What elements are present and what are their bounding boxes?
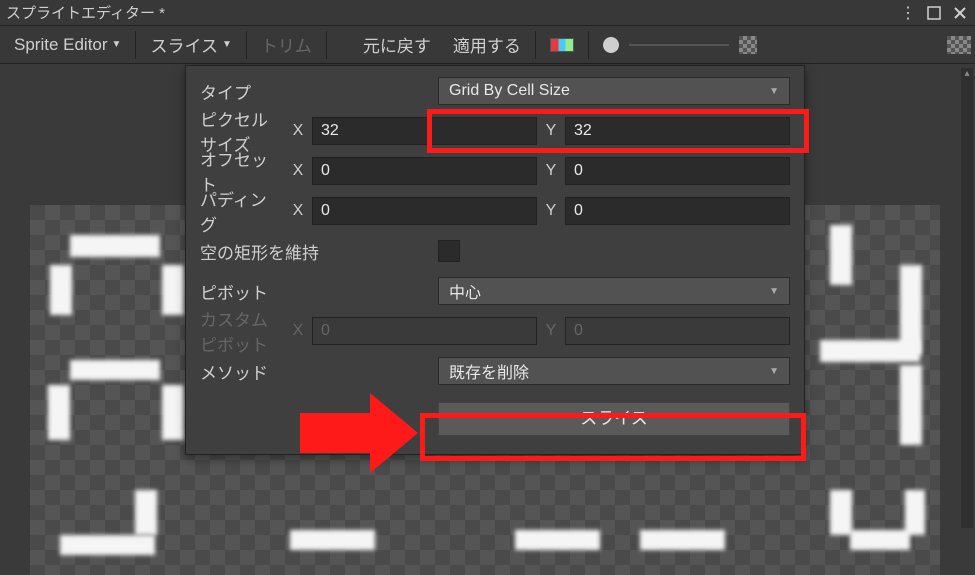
separator xyxy=(246,31,247,59)
slider-track[interactable] xyxy=(629,44,729,46)
padding-x-input[interactable] xyxy=(312,197,537,225)
padding-y-input[interactable] xyxy=(565,197,790,225)
chevron-down-icon: ▼ xyxy=(769,286,779,297)
y-label: Y xyxy=(543,122,559,140)
sprite-segment xyxy=(70,360,160,380)
slice-button-row: スライス xyxy=(200,400,790,438)
sprite-segment xyxy=(640,530,725,550)
revert-button[interactable]: 元に戻す xyxy=(353,28,441,61)
y-label: Y xyxy=(543,162,559,180)
color-button[interactable] xyxy=(540,34,584,56)
pixel-size-row: ピクセルサイズ X Y xyxy=(200,116,790,146)
window-title: スプライトエディター * xyxy=(6,2,165,23)
offset-x-input[interactable] xyxy=(312,157,537,185)
sprite-segment xyxy=(905,490,925,535)
scroll-up-icon[interactable]: ▴ xyxy=(961,68,973,80)
sprite-segment xyxy=(50,265,72,315)
toolbar: Sprite Editor ▼ スライス ▼ トリム 元に戻す 適用する xyxy=(0,26,975,64)
keep-empty-label: 空の矩形を維持 xyxy=(200,239,430,264)
custom-pivot-row: カスタムピボット X Y xyxy=(200,316,790,346)
x-label: X xyxy=(290,162,306,180)
separator xyxy=(326,31,327,59)
pixel-size-x-input[interactable] xyxy=(312,117,537,145)
pivot-label: ピボット xyxy=(200,279,430,304)
trim-button[interactable]: トリム xyxy=(251,28,322,61)
sprite-segment xyxy=(290,530,375,550)
chevron-down-icon: ▼ xyxy=(769,366,779,377)
type-value: Grid By Cell Size xyxy=(449,82,570,100)
chevron-down-icon: ▼ xyxy=(769,86,779,97)
sprite-segment xyxy=(830,225,852,285)
chevron-down-icon: ▼ xyxy=(222,39,232,50)
sprite-segment xyxy=(135,490,157,535)
sprite-segment xyxy=(162,265,184,315)
pivot-dropdown[interactable]: 中心 ▼ xyxy=(438,277,790,305)
y-label: Y xyxy=(543,322,559,340)
sprite-segment xyxy=(60,535,155,555)
sprite-segment xyxy=(48,385,70,440)
type-dropdown[interactable]: Grid By Cell Size ▼ xyxy=(438,77,790,105)
method-dropdown[interactable]: 既存を削除 ▼ xyxy=(438,357,790,385)
slice-dropdown[interactable]: スライス ▼ xyxy=(140,28,241,61)
y-label: Y xyxy=(543,202,559,220)
more-icon[interactable]: ⋮ xyxy=(899,4,917,22)
separator xyxy=(535,31,536,59)
close-icon[interactable] xyxy=(951,4,969,22)
slice-button[interactable]: スライス xyxy=(438,402,790,436)
separator xyxy=(135,31,136,59)
apply-button[interactable]: 適用する xyxy=(443,28,531,61)
keep-empty-row: 空の矩形を維持 xyxy=(200,236,790,266)
titlebar: スプライトエディター * ⋮ xyxy=(0,0,975,26)
sprite-segment xyxy=(820,340,920,362)
sprite-segment xyxy=(162,385,184,440)
trim-label: トリム xyxy=(261,32,312,57)
offset-inputs: X Y xyxy=(290,157,790,185)
color-swatch-icon xyxy=(550,38,574,52)
offset-row: オフセット X Y xyxy=(200,156,790,186)
slice-label: スライス xyxy=(150,32,218,57)
vertical-scrollbar[interactable]: ▴ xyxy=(961,68,973,528)
slice-panel: タイプ Grid By Cell Size ▼ ピクセルサイズ X Y オフセッ… xyxy=(185,65,805,455)
maximize-icon[interactable] xyxy=(925,4,943,22)
apply-label: 適用する xyxy=(453,32,521,57)
type-label: タイプ xyxy=(200,79,430,104)
method-value: 既存を削除 xyxy=(449,359,529,383)
sprite-editor-dropdown[interactable]: Sprite Editor ▼ xyxy=(4,31,131,59)
custom-pivot-y-input xyxy=(565,317,790,345)
sprite-segment xyxy=(850,530,910,550)
sprite-editor-label: Sprite Editor xyxy=(14,35,108,55)
custom-pivot-x-input xyxy=(312,317,537,345)
method-label: メソッド xyxy=(200,359,430,384)
sprite-segment xyxy=(70,235,160,257)
type-row: タイプ Grid By Cell Size ▼ xyxy=(200,76,790,106)
pivot-value: 中心 xyxy=(449,279,481,303)
chevron-down-icon: ▼ xyxy=(112,39,122,50)
padding-inputs: X Y xyxy=(290,197,790,225)
titlebar-controls: ⋮ xyxy=(899,4,969,22)
separator xyxy=(588,31,589,59)
x-label: X xyxy=(290,122,306,140)
pixel-size-inputs: X Y xyxy=(290,117,790,145)
method-row: メソッド 既存を削除 ▼ xyxy=(200,356,790,386)
sprite-segment xyxy=(515,530,600,550)
arrow-icon xyxy=(300,383,420,483)
slider-checker-icon xyxy=(739,36,757,54)
alpha-slider[interactable] xyxy=(603,36,757,54)
padding-label: パディング xyxy=(200,186,282,236)
pivot-row: ピボット 中心 ▼ xyxy=(200,276,790,306)
offset-y-input[interactable] xyxy=(565,157,790,185)
x-label: X xyxy=(290,202,306,220)
pixel-size-y-input[interactable] xyxy=(565,117,790,145)
sprite-segment xyxy=(900,365,922,445)
keep-empty-checkbox[interactable] xyxy=(438,240,460,262)
sprite-segment xyxy=(830,490,852,535)
padding-row: パディング X Y xyxy=(200,196,790,226)
custom-pivot-inputs: X Y xyxy=(290,317,790,345)
zoom-checker-icon[interactable] xyxy=(947,36,971,54)
x-label: X xyxy=(290,322,306,340)
revert-label: 元に戻す xyxy=(363,32,431,57)
custom-pivot-label: カスタムピボット xyxy=(200,306,282,356)
slider-thumb[interactable] xyxy=(603,37,619,53)
